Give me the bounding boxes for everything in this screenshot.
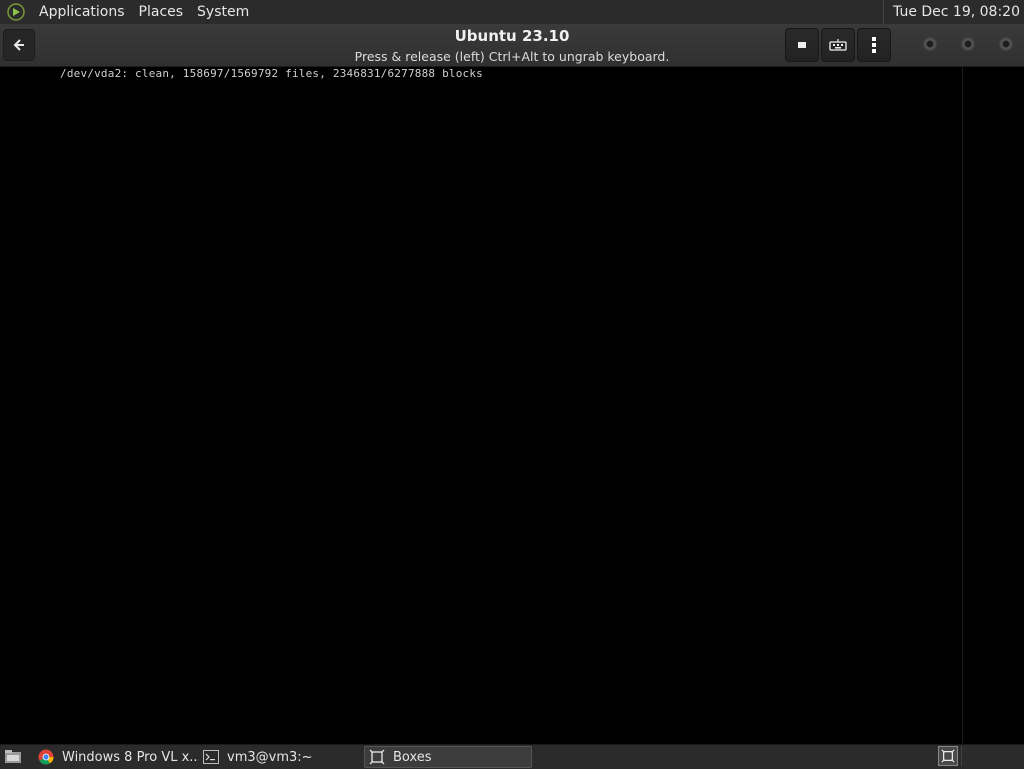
keyboard-shortcuts-button[interactable] (821, 28, 855, 62)
taskbar-item-label: Boxes (393, 749, 432, 765)
taskbar-item-terminal[interactable]: vm3@vm3:~ (199, 746, 364, 768)
taskbar-item-label: Windows 8 Pro VL x... (62, 749, 199, 765)
keyboard-icon (829, 39, 847, 51)
boxes-window-icon (941, 749, 955, 763)
minimize-button[interactable] (923, 37, 937, 51)
bottom-panel: Windows 8 Pro VL x... vm3@vm3:~ Boxes (0, 744, 1024, 769)
places-menu[interactable]: Places (132, 0, 191, 24)
applications-menu[interactable]: Applications (32, 0, 132, 24)
console-output-line: /dev/vda2: clean, 158697/1569792 files, … (60, 67, 483, 80)
show-desktop-icon (5, 750, 21, 763)
terminal-icon (203, 749, 219, 765)
mate-logo-icon[interactable] (6, 2, 26, 22)
chrome-icon (38, 749, 54, 765)
vm-display[interactable]: /dev/vda2: clean, 158697/1569792 files, … (0, 67, 963, 743)
more-options-button[interactable] (857, 28, 891, 62)
boxes-icon (369, 749, 385, 765)
close-button[interactable] (999, 37, 1013, 51)
top-panel: Applications Places System Tue Dec 19, 0… (0, 0, 1024, 25)
workspace-switcher[interactable] (938, 746, 958, 766)
taskbar-item-boxes[interactable]: Boxes (364, 746, 532, 768)
usb-icon (798, 42, 806, 48)
system-menu[interactable]: System (190, 0, 256, 24)
clock[interactable]: Tue Dec 19, 08:20 (883, 0, 1024, 24)
maximize-button[interactable] (961, 37, 975, 51)
usb-devices-button[interactable] (785, 28, 819, 62)
boxes-headerbar: Ubuntu 23.10 Press & release (left) Ctrl… (0, 24, 1024, 67)
taskbar-item-label: vm3@vm3:~ (227, 749, 313, 765)
vertical-dots-icon (872, 37, 876, 53)
show-desktop-button[interactable] (2, 745, 24, 769)
workspace-2[interactable] (961, 746, 984, 766)
taskbar-item-windows8[interactable]: Windows 8 Pro VL x... (34, 746, 199, 768)
